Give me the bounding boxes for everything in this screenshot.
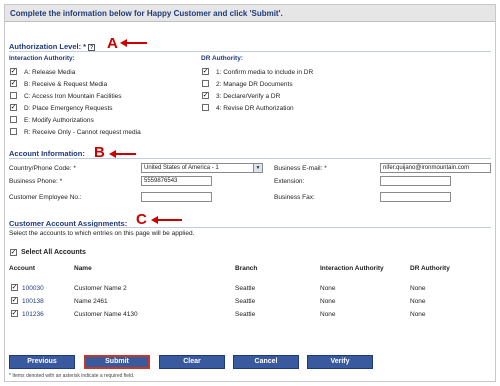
interaction-authority-heading: Interaction Authority:	[9, 55, 75, 62]
interaction-item-label: B: Receive & Request Media	[24, 81, 108, 88]
business-email-label: Business E-mail: *	[274, 165, 327, 172]
business-fax-input[interactable]	[380, 192, 451, 202]
account-dr-authority: None	[410, 298, 426, 305]
previous-button[interactable]: Previous	[9, 355, 75, 369]
account-number[interactable]: 100030	[22, 285, 44, 292]
country-phone-code-value: United States of America - 1	[144, 165, 219, 171]
business-phone-input[interactable]: 5559876543	[141, 176, 212, 186]
account-dr-authority: None	[410, 285, 426, 292]
column-header-interaction-authority: Interaction Authority	[320, 265, 384, 272]
interaction-item-label: A: Release Media	[24, 69, 76, 76]
account-number[interactable]: 101236	[22, 311, 44, 318]
interaction-item-label: E: Modify Authorizations	[24, 117, 94, 124]
row-checkbox[interactable]: ✓	[11, 297, 18, 304]
divider	[9, 227, 491, 228]
account-interaction-authority: None	[320, 298, 336, 305]
cancel-button[interactable]: Cancel	[233, 355, 299, 369]
account-number[interactable]: 100138	[22, 298, 44, 305]
checkbox-interaction-b[interactable]: ✓	[10, 80, 17, 87]
account-information-title: Account Information:	[9, 149, 85, 158]
column-header-branch: Branch	[235, 265, 258, 272]
checkbox-dr-3[interactable]: ✓	[202, 92, 209, 99]
submit-button[interactable]: Submit	[84, 355, 150, 369]
account-name: Customer Name 2	[74, 285, 127, 292]
dr-item-label: 4: Revise DR Authorization	[216, 105, 294, 112]
annotation-c-arrow	[156, 219, 182, 221]
column-header-account: Account	[9, 265, 35, 272]
assignments-instruction: Select the accounts to which entries on …	[9, 230, 195, 237]
checkbox-interaction-d[interactable]: ✓	[10, 104, 17, 111]
checkbox-interaction-a[interactable]: ✓	[10, 68, 17, 75]
chevron-down-icon[interactable]: ▼	[253, 164, 262, 172]
annotation-a-arrowhead	[120, 39, 127, 47]
annotation-b-arrow	[114, 153, 136, 155]
checkbox-interaction-e[interactable]	[10, 116, 17, 123]
annotation-b-arrowhead	[109, 150, 116, 158]
required-field-footnote: * Items denoted with an asterisk indicat…	[9, 373, 135, 379]
checkbox-interaction-c[interactable]	[10, 92, 17, 99]
checkbox-dr-4[interactable]	[202, 104, 209, 111]
row-checkbox[interactable]: ✓	[11, 284, 18, 291]
column-header-name: Name	[74, 265, 92, 272]
annotation-a-arrow	[125, 42, 147, 44]
interaction-item-label: D: Place Emergency Requests	[24, 105, 113, 112]
dr-item-label: 3: Declare/Verify a DR	[216, 93, 281, 100]
authorization-level-label: Authorization Level: *	[9, 42, 87, 51]
account-interaction-authority: None	[320, 311, 336, 318]
select-all-accounts-checkbox[interactable]: ✓	[10, 249, 17, 256]
country-phone-code-select[interactable]: United States of America - 1 ▼	[141, 163, 263, 173]
extension-input[interactable]	[380, 176, 451, 186]
checkbox-dr-2[interactable]	[202, 80, 209, 87]
account-name: Customer Name 4130	[74, 311, 138, 318]
interaction-item-label: C: Access Iron Mountain Facilities	[24, 93, 122, 100]
business-fax-label: Business Fax:	[274, 194, 315, 201]
country-phone-code-label: Country/Phone Code: *	[9, 165, 76, 172]
account-branch: Seattle	[235, 311, 256, 318]
checkbox-interaction-r[interactable]	[10, 128, 17, 135]
account-branch: Seattle	[235, 298, 256, 305]
help-icon[interactable]: ?	[88, 43, 96, 51]
divider	[9, 158, 491, 159]
account-branch: Seattle	[235, 285, 256, 292]
verify-button[interactable]: Verify	[307, 355, 373, 369]
dr-item-label: 1: Confirm media to include in DR	[216, 69, 314, 76]
instruction-banner: Complete the information below for Happy…	[5, 5, 495, 22]
authorization-level-title: Authorization Level: *?	[9, 42, 96, 51]
dr-item-label: 2: Manage DR Documents	[216, 81, 293, 88]
account-interaction-authority: None	[320, 285, 336, 292]
business-phone-label: Business Phone: *	[9, 178, 63, 185]
annotation-a: A	[107, 35, 118, 52]
column-header-dr-authority: DR Authority	[410, 265, 450, 272]
business-email-input[interactable]: nifer.quijano@ironmountain.com	[380, 163, 491, 173]
customer-employee-no-label: Customer Employee No.:	[9, 194, 82, 201]
extension-label: Extension:	[274, 178, 305, 185]
annotation-c: C	[136, 211, 147, 228]
account-dr-authority: None	[410, 311, 426, 318]
divider	[9, 51, 491, 52]
interaction-item-label: R: Receive Only - Cannot request media	[24, 129, 141, 136]
annotation-c-arrowhead	[151, 216, 158, 224]
account-name: Name 2461	[74, 298, 108, 305]
dr-authority-heading: DR Authority:	[201, 55, 244, 62]
checkbox-dr-1[interactable]: ✓	[202, 68, 209, 75]
select-all-accounts-label: Select All Accounts	[21, 249, 86, 256]
customer-employee-no-input[interactable]	[141, 192, 212, 202]
clear-button[interactable]: Clear	[159, 355, 225, 369]
row-checkbox[interactable]: ✓	[11, 310, 18, 317]
